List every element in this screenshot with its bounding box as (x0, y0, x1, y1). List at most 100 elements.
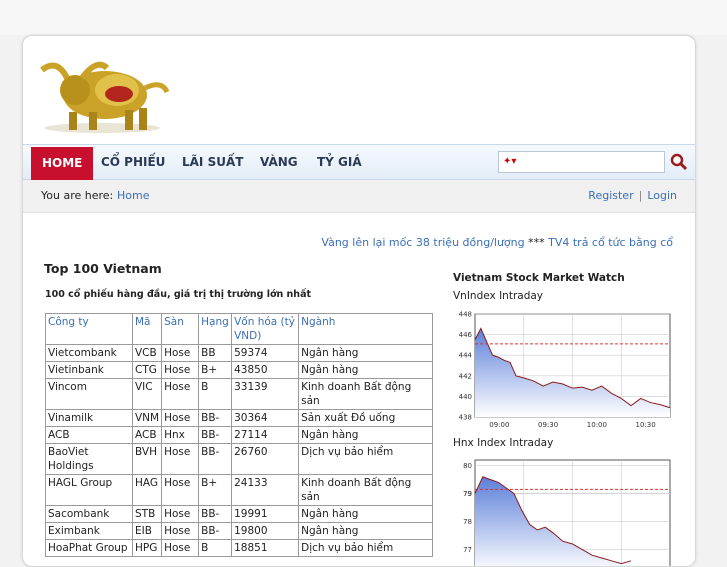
page-subtitle: 100 cổ phiếu hàng đầu, giá trị thị trườn… (45, 289, 312, 300)
register-link[interactable]: Register (588, 189, 633, 202)
cell-market-cap: 24133 (231, 474, 300, 506)
col-market-cap[interactable]: Vốn hóa (tỷ VND) (231, 313, 300, 345)
table-row[interactable]: Vietinbank CTG Hose B+ 43850 Ngân hàng (45, 361, 433, 379)
cell-code: HAG (131, 474, 163, 506)
table-header-row: Công ty Mã Sàn Hạng Vốn hóa (tỷ VND) Ngà… (45, 313, 433, 345)
cell-company: BaoViet Holdings (45, 443, 133, 475)
ticker-item-gold[interactable]: Vàng lên lại mốc 38 triệu đồng/lượng (321, 236, 524, 249)
cell-market-cap: 19800 (231, 522, 300, 540)
breadcrumb: You are here: Home Register | Login (23, 180, 695, 213)
breadcrumb-label: You are here: (41, 189, 114, 202)
cell-rank: BB- (198, 522, 233, 540)
col-sector[interactable]: Ngành (298, 313, 433, 345)
cell-rank: BB (198, 344, 233, 362)
vnindex-chart: 438 440 442 444 446 448 09:00 09:30 10:00 10:30 (459, 311, 671, 429)
cell-exchange: Hose (161, 522, 200, 540)
x-tick-label: 09:30 (538, 421, 558, 429)
cell-exchange: Hose (161, 409, 200, 427)
cell-market-cap: 19991 (231, 505, 300, 523)
golden-bull-logo[interactable] (27, 50, 177, 135)
cell-company: HAGL Group (45, 474, 133, 506)
nav-ty-gia[interactable]: TỶ GIÁ (317, 145, 362, 179)
news-ticker: Vàng lên lại mốc 38 triệu đồng/lượng ***… (321, 236, 673, 249)
y-tick-label: 438 (459, 414, 472, 422)
y-tick-label: 442 (459, 372, 472, 380)
cell-company: Vietinbank (45, 361, 133, 379)
cell-company: Vietcombank (45, 344, 133, 362)
cell-code: VIC (131, 378, 163, 410)
nav-lai-suat[interactable]: LÃI SUẤT (182, 145, 243, 179)
nav-home[interactable]: HOME (31, 147, 94, 181)
y-tick-label: 79 (463, 490, 472, 498)
account-links: Register | Login (588, 180, 677, 212)
table-row[interactable]: Eximbank EIB Hose BB- 19800 Ngân hàng (45, 522, 433, 540)
hnx-label: Hnx Index Intraday (453, 437, 554, 449)
table-row[interactable]: ACB ACB Hnx BB- 27114 Ngân hàng (45, 426, 433, 444)
cell-sector: Dịch vụ bảo hiểm (298, 443, 433, 475)
cell-exchange: Hose (161, 443, 200, 475)
cell-market-cap: 27114 (231, 426, 300, 444)
search-input[interactable]: ✦▾ (498, 151, 665, 173)
table-row[interactable]: Vietcombank VCB Hose BB 59374 Ngân hàng (45, 344, 433, 362)
account-separator: | (638, 189, 643, 202)
cell-company: Vincom (45, 378, 133, 410)
cell-rank: BB- (198, 443, 233, 475)
cell-company: Eximbank (45, 522, 133, 540)
cell-code: VCB (131, 344, 163, 362)
x-tick-label: 09:00 (489, 421, 509, 429)
y-tick-label: 80 (463, 462, 472, 470)
table-row[interactable]: Vincom VIC Hose B 33139 Kinh doanh Bất động s… (45, 378, 433, 410)
col-company[interactable]: Công ty (45, 313, 133, 345)
cell-exchange: Hose (161, 344, 200, 362)
cell-company: Vinamilk (45, 409, 133, 427)
cell-company: ACB (45, 426, 133, 444)
cell-rank: BB- (198, 409, 233, 427)
col-exchange[interactable]: Sàn (161, 313, 200, 345)
cell-exchange: Hose (161, 539, 200, 557)
main-nav: HOME CỔ PHIẾU LÃI SUẤT VÀNG TỶ GIÁ ✦▾ (23, 144, 695, 181)
cell-company: HoaPhat Group (45, 539, 133, 557)
breadcrumb-home-link[interactable]: Home (117, 180, 149, 212)
cell-code: ACB (131, 426, 163, 444)
cell-rank: B+ (198, 474, 233, 506)
col-code[interactable]: Mã (131, 313, 163, 345)
cell-sector: Dịch vụ bảo hiểm (298, 539, 433, 557)
y-tick-label: 440 (459, 393, 472, 401)
cell-code: CTG (131, 361, 163, 379)
cell-exchange: Hose (161, 474, 200, 506)
login-link[interactable]: Login (647, 189, 677, 202)
nav-vang[interactable]: VÀNG (260, 145, 298, 179)
cell-exchange: Hnx (161, 426, 200, 444)
cell-market-cap: 43850 (231, 361, 300, 379)
cell-exchange: Hose (161, 378, 200, 410)
y-tick-label: 448 (459, 311, 472, 319)
cell-company: Sacombank (45, 505, 133, 523)
cell-sector: Kinh doanh Bất động sản (298, 474, 433, 506)
ticker-item-tv4[interactable]: TV4 trả cổ tức bằng cổ (548, 236, 673, 249)
cell-exchange: Hose (161, 505, 200, 523)
search-engine-dropdown-icon[interactable]: ✦▾ (503, 156, 516, 167)
table-row[interactable]: BaoViet Holdings BVH Hose BB- 26760 Dịch vụ b… (45, 443, 433, 475)
hnx-chart: 7778797980 (463, 459, 671, 566)
y-tick-label: 78 (463, 518, 472, 526)
y-tick-label: 446 (459, 331, 473, 339)
cell-sector: Kinh doanh Bất động sản (298, 378, 433, 410)
table-row[interactable]: Vinamilk VNM Hose BB- 30364 Sản xuất Đồ uống (45, 409, 433, 427)
table-row[interactable]: HAGL Group HAG Hose B+ 24133 Kinh doanh Bất đ… (45, 474, 433, 506)
cell-market-cap: 33139 (231, 378, 300, 410)
cell-sector: Ngân hàng (298, 361, 433, 379)
cell-sector: Ngân hàng (298, 426, 433, 444)
table-row[interactable]: HoaPhat Group HPG Hose B 18851 Dịch vụ bảo hi… (45, 539, 433, 557)
table-row[interactable]: Sacombank STB Hose BB- 19991 Ngân hàng (45, 505, 433, 523)
cell-market-cap: 18851 (231, 539, 300, 557)
cell-sector: Ngân hàng (298, 522, 433, 540)
y-tick-label: 444 (459, 352, 473, 360)
col-rank[interactable]: Hạng (198, 313, 233, 345)
page-title: Top 100 Vietnam (44, 261, 162, 276)
x-tick-label: 10:00 (587, 421, 607, 429)
cell-market-cap: 26760 (231, 443, 300, 475)
cell-exchange: Hose (161, 361, 200, 379)
cell-code: STB (131, 505, 163, 523)
search-icon[interactable] (669, 152, 689, 172)
nav-co-phieu[interactable]: CỔ PHIẾU (101, 145, 165, 179)
